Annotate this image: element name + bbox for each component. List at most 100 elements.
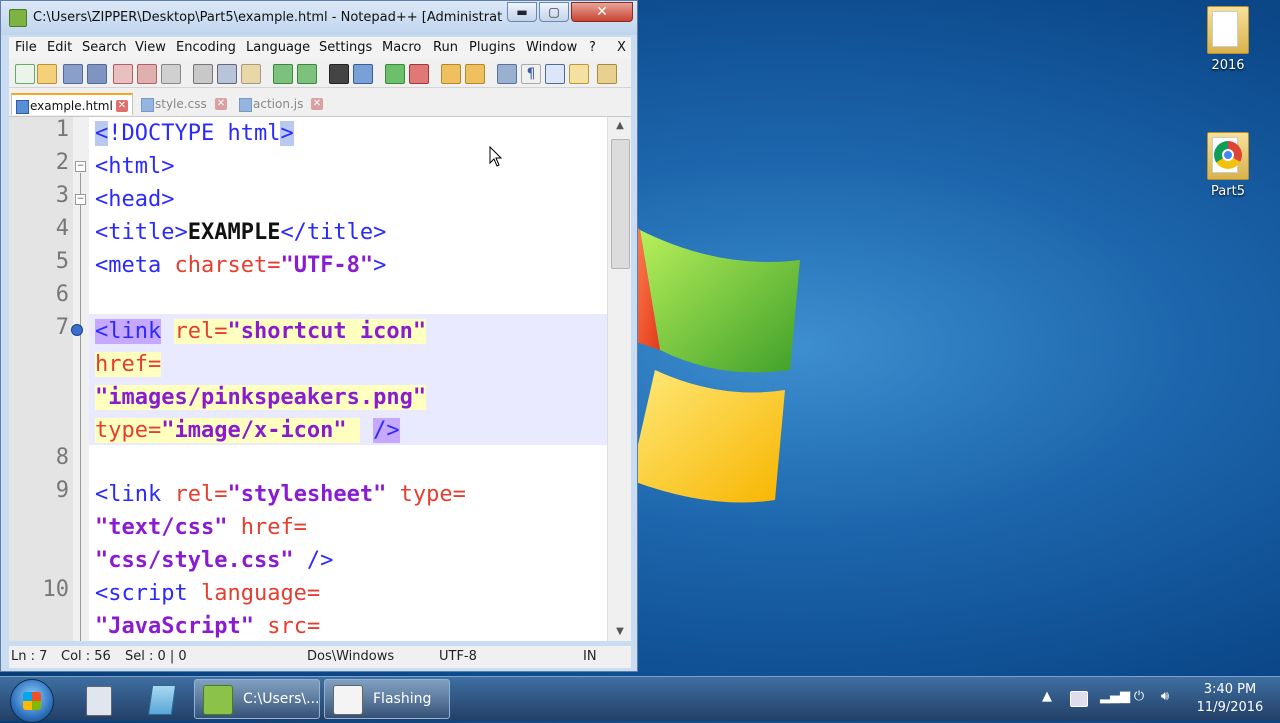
menu-language[interactable]: Language (246, 40, 310, 55)
code-line: <meta charset="UTF-8"> (95, 253, 387, 278)
menu-run[interactable]: Run (433, 40, 458, 55)
new-file-icon[interactable] (15, 64, 35, 84)
desktop-icon-2016[interactable]: 2016 (1188, 6, 1268, 73)
minimize-button[interactable]: ▬ (507, 2, 537, 22)
notepadpp-icon (203, 685, 233, 715)
close-button[interactable]: ✕ (571, 2, 633, 22)
power-icon[interactable]: ⏻ (1130, 689, 1148, 707)
indent-guide-icon[interactable] (545, 64, 565, 84)
menu-macro[interactable]: Macro (382, 40, 421, 55)
code-line: <title>EXAMPLE</title> (95, 220, 387, 245)
title-bar[interactable]: C:\Users\ZIPPER\Desktop\Part5\example.ht… (1, 1, 637, 35)
menu-help[interactable]: ? (589, 40, 596, 55)
camera-app-icon (333, 685, 363, 715)
line-number: 5 (55, 249, 69, 274)
tab-action-js[interactable]: action.js ✕ (235, 93, 329, 115)
save-all-icon[interactable] (87, 64, 107, 84)
menu-plugins[interactable]: Plugins (469, 40, 516, 55)
chrome-icon (1214, 141, 1242, 169)
undo-icon[interactable] (273, 64, 293, 84)
line-number: 6 (55, 282, 69, 307)
code-editor[interactable]: 1 2 3 4 5 6 7 8 9 10 − − <!DOCTYPE html>… (9, 117, 631, 641)
folder-icon (1207, 132, 1249, 180)
scroll-up-icon[interactable]: ▲ (608, 117, 631, 135)
menu-encoding[interactable]: Encoding (176, 40, 236, 55)
menu-close-doc[interactable]: X (617, 40, 626, 55)
code-line: <head> (95, 187, 175, 212)
scroll-down-icon[interactable]: ▼ (608, 623, 631, 641)
tab-label: action.js (253, 97, 304, 111)
code-line: type="image/x-icon" /> (95, 418, 400, 443)
menu-file[interactable]: File (15, 40, 37, 55)
word-wrap-icon[interactable] (497, 64, 517, 84)
line-number: 1 (55, 117, 69, 142)
system-clock[interactable]: 3:40 PM 11/9/2016 (1190, 681, 1270, 717)
scroll-thumb[interactable] (611, 139, 630, 269)
redo-icon[interactable] (297, 64, 317, 84)
close-tab-icon[interactable]: ✕ (116, 100, 128, 112)
bookmark-icon[interactable] (71, 324, 83, 336)
action-center-icon[interactable] (1070, 691, 1088, 707)
replace-icon[interactable] (353, 64, 373, 84)
pinned-notepad[interactable] (132, 680, 188, 718)
taskbar-button-label: C:\Users\... (243, 691, 320, 707)
close-file-icon[interactable] (113, 64, 133, 84)
close-all-icon[interactable] (137, 64, 157, 84)
doc-map-icon[interactable] (569, 64, 589, 84)
start-button[interactable] (10, 679, 54, 723)
taskbar-button-label: Flashing (373, 691, 432, 707)
taskbar-button-notepadpp[interactable]: C:\Users\... (194, 679, 320, 719)
close-tab-icon[interactable]: ✕ (215, 98, 227, 110)
show-hidden-icons[interactable]: ▲ (1038, 689, 1056, 707)
network-signal-icon[interactable]: ▂▄▆ (1100, 689, 1130, 707)
status-selection: Sel : 0 | 0 (125, 649, 187, 664)
open-file-icon[interactable] (37, 64, 57, 84)
line-number: 2 (55, 150, 69, 175)
status-encoding[interactable]: UTF-8 (439, 649, 477, 664)
maximize-button[interactable]: ▢ (539, 2, 569, 22)
close-tab-icon[interactable]: ✕ (311, 98, 323, 110)
line-number: 9 (55, 478, 69, 503)
desktop-icon-part5[interactable]: Part5 (1188, 132, 1268, 199)
menu-bar: File Edit Search View Encoding Language … (9, 37, 631, 59)
menu-view[interactable]: View (135, 40, 166, 55)
folder-icon (1207, 6, 1249, 54)
cut-icon[interactable] (193, 64, 213, 84)
show-all-chars-icon[interactable]: ¶ (521, 64, 541, 84)
fold-toggle-icon[interactable]: − (75, 161, 86, 172)
tab-label: style.css (155, 97, 207, 111)
zoom-out-icon[interactable] (409, 64, 429, 84)
line-number-gutter: 1 2 3 4 5 6 7 8 9 10 (9, 117, 73, 641)
menu-edit[interactable]: Edit (47, 40, 72, 55)
vertical-scrollbar[interactable]: ▲ ▼ (607, 117, 631, 641)
code-line: <link rel="shortcut icon" (95, 319, 427, 344)
status-bar: Ln : 7 Col : 56 Sel : 0 | 0 Dos\Windows … (9, 646, 631, 668)
desktop-icon-label: 2016 (1211, 58, 1245, 73)
function-list-icon[interactable] (597, 64, 617, 84)
taskbar-button-flashing[interactable]: Flashing (324, 679, 450, 719)
status-eol[interactable]: Dos\Windows (307, 649, 394, 664)
pinned-calculator[interactable] (70, 680, 126, 718)
sync-horizontal-icon[interactable] (465, 64, 485, 84)
clock-date: 11/9/2016 (1196, 700, 1264, 715)
menu-settings[interactable]: Settings (319, 40, 372, 55)
tab-example-html[interactable]: example.html ✕ (11, 93, 133, 115)
save-icon[interactable] (63, 64, 83, 84)
tab-style-css[interactable]: style.css ✕ (137, 93, 233, 115)
copy-icon[interactable] (217, 64, 237, 84)
paste-icon[interactable] (241, 64, 261, 84)
find-icon[interactable] (329, 64, 349, 84)
menu-search[interactable]: Search (82, 40, 127, 55)
print-icon[interactable] (161, 64, 181, 84)
volume-icon[interactable]: 🔊︎ (1156, 689, 1174, 707)
code-line: "text/css" href= (95, 515, 307, 540)
code-line: <link rel="stylesheet" type= (95, 482, 466, 507)
zoom-in-icon[interactable] (385, 64, 405, 84)
sync-vertical-icon[interactable] (441, 64, 461, 84)
fold-toggle-icon[interactable]: − (75, 194, 86, 205)
status-insert-mode: IN (583, 649, 597, 664)
menu-window[interactable]: Window (526, 40, 577, 55)
saved-file-icon (239, 98, 252, 112)
saved-file-icon (16, 100, 29, 114)
saved-file-icon (141, 98, 154, 112)
